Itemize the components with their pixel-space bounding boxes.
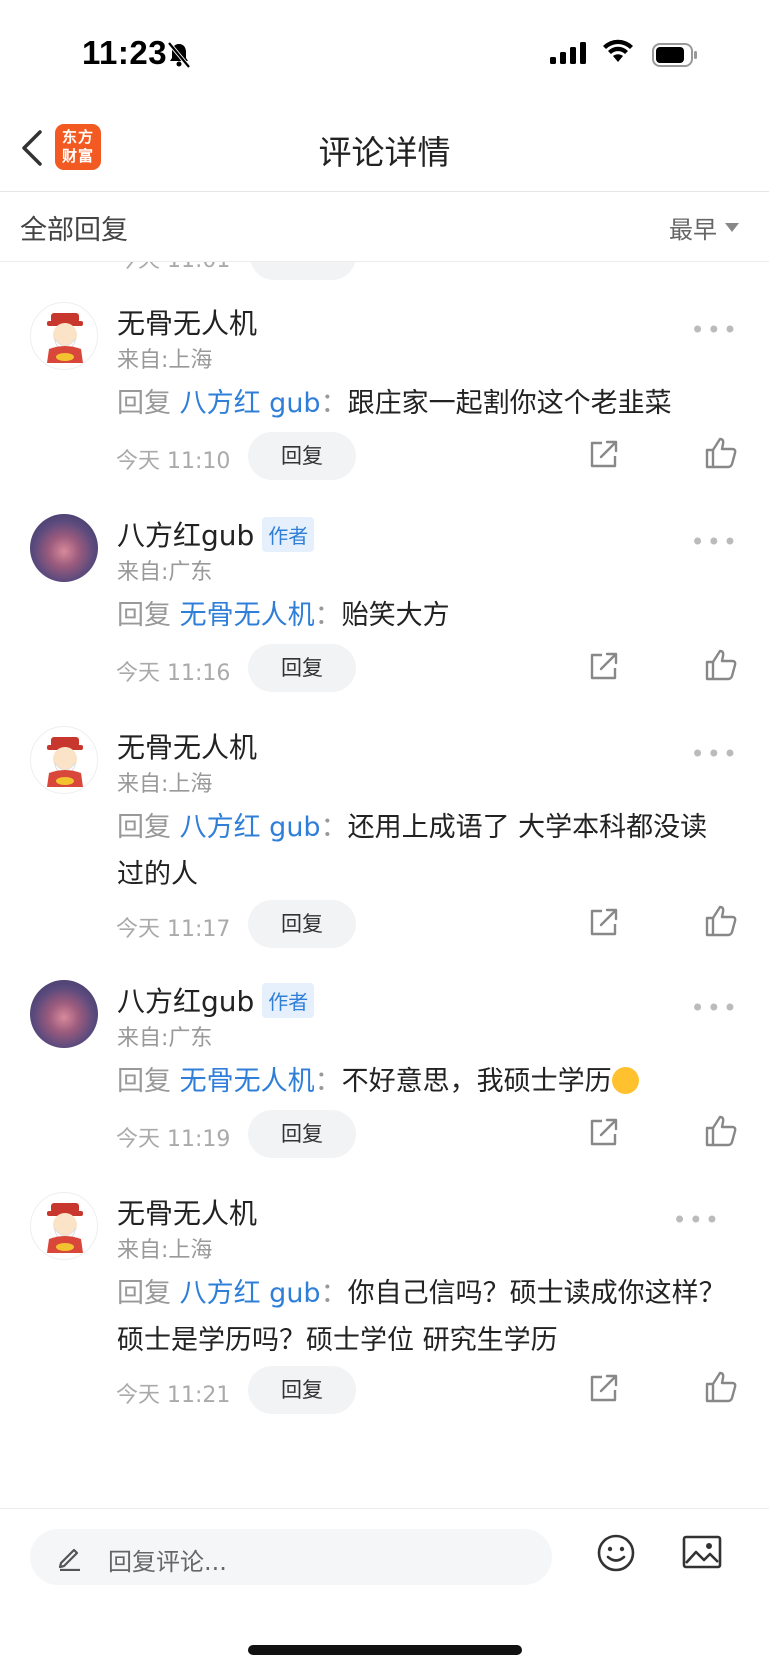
avatar[interactable] — [30, 1192, 98, 1260]
home-indicator[interactable] — [248, 1645, 522, 1655]
comment-time: 今天 11:21 — [116, 1383, 231, 1408]
share-icon[interactable] — [588, 1116, 620, 1148]
share-icon[interactable] — [588, 906, 620, 938]
comment-actions: 今天 11:19 回复 — [0, 1110, 769, 1160]
mention-link[interactable]: 八方红 gub — [180, 812, 321, 843]
mention-link[interactable]: 无骨无人机 — [180, 1066, 315, 1097]
mention-link[interactable]: 八方红 gub — [180, 1278, 321, 1309]
comment-list[interactable]: 今天 11:01 无骨无人机 来自:上海 ••• 回复 八方红 gub：跟庄家一… — [0, 262, 769, 1508]
god-of-wealth-avatar-icon — [47, 737, 83, 787]
author-badge: 作者 — [262, 516, 315, 552]
reply-input-placeholder: 回复评论... — [108, 1548, 227, 1576]
status-bar: 11:23 — [0, 0, 769, 100]
username[interactable]: 无骨无人机 — [117, 1192, 257, 1232]
avatar[interactable] — [30, 514, 98, 582]
reply-button[interactable]: 回复 — [248, 644, 356, 692]
comment-time: 今天 11:17 — [116, 917, 231, 942]
god-of-wealth-avatar-icon — [47, 1203, 83, 1253]
comment-actions: 今天 11:21 回复 — [0, 1366, 769, 1416]
username[interactable]: 八方红gub 作者 — [117, 980, 315, 1020]
comment-actions: 今天 11:17 回复 — [0, 900, 769, 950]
reply-button[interactable]: 回复 — [248, 432, 356, 480]
reply-button[interactable]: 回复 — [248, 900, 356, 948]
reply-button[interactable]: 回复 — [248, 1366, 356, 1414]
nav-bar: 东方 财富 评论详情 — [0, 100, 769, 192]
all-replies-label: 全部回复 — [20, 215, 128, 246]
comment-item: 八方红gub 作者 来自:广东 ••• 回复 无骨无人机：不好意思，我硕士学历 今… — [0, 980, 769, 1180]
comment-item: 无骨无人机 来自:上海 ••• 回复 八方红 gub：跟庄家一起割你这个老韭菜 … — [0, 302, 769, 502]
comment-item: 无骨无人机 来自:上海 ••• 回复 八方红 gub：还用上成语了 大学本科都没… — [0, 726, 769, 966]
more-options-icon[interactable]: ••• — [691, 994, 739, 1022]
god-of-wealth-avatar-icon — [47, 313, 83, 363]
avatar[interactable] — [30, 726, 98, 794]
comment-text: 回复 八方红 gub：跟庄家一起割你这个老韭菜 — [117, 388, 672, 419]
comment-text: 回复 八方红 gub：还用上成语了 大学本科都没读过的人 — [117, 812, 708, 890]
caret-down-icon — [725, 223, 739, 232]
username[interactable]: 八方红gub 作者 — [117, 514, 315, 554]
reply-input[interactable]: 回复评论... — [30, 1529, 552, 1585]
mention-link[interactable]: 八方红 gub — [180, 388, 321, 419]
location: 来自:上海 — [117, 1238, 213, 1263]
avatar[interactable] — [30, 980, 98, 1048]
filter-bar: 全部回复 最早 — [0, 192, 769, 262]
thumbs-up-icon[interactable] — [704, 1370, 738, 1404]
more-options-icon[interactable]: ••• — [691, 528, 739, 556]
username[interactable]: 无骨无人机 — [117, 726, 257, 766]
thumbs-up-icon[interactable] — [704, 648, 738, 682]
emoji-icon[interactable] — [596, 1533, 636, 1573]
thumbs-up-icon[interactable] — [704, 436, 738, 470]
image-icon[interactable] — [682, 1535, 722, 1571]
location: 来自:广东 — [117, 560, 213, 585]
battery-icon — [652, 43, 697, 67]
author-badge: 作者 — [262, 982, 315, 1018]
wifi-icon — [603, 39, 633, 62]
comment-actions: 今天 11:10 回复 — [0, 432, 769, 482]
comment-time: 今天 11:10 — [116, 449, 231, 474]
flushed-face-emoji-icon — [611, 1067, 639, 1094]
more-options-icon[interactable]: ••• — [691, 740, 739, 768]
bell-muted-icon — [168, 42, 190, 68]
username[interactable]: 无骨无人机 — [117, 302, 257, 342]
comment-time: 今天 11:01 — [116, 262, 230, 274]
sort-dropdown[interactable]: 最早 — [669, 210, 739, 245]
page-title: 评论详情 — [318, 133, 451, 172]
share-icon[interactable] — [588, 1372, 620, 1404]
comment-item: 无骨无人机 来自:上海 ••• 回复 八方红 gub：你自己信吗？硕士读成你这样… — [0, 1192, 769, 1432]
pencil-icon — [58, 1548, 80, 1571]
reply-button[interactable] — [250, 262, 356, 280]
more-options-icon[interactable]: ••• — [673, 1206, 721, 1234]
comment-text: 回复 无骨无人机：贻笑大方 — [117, 600, 450, 631]
more-options-icon[interactable]: ••• — [691, 316, 739, 344]
location: 来自:广东 — [117, 1026, 213, 1051]
comment-time: 今天 11:19 — [116, 1127, 231, 1152]
thumbs-up-icon[interactable] — [704, 1114, 738, 1148]
comment-actions: 今天 11:16 回复 — [0, 644, 769, 694]
mention-link[interactable]: 无骨无人机 — [180, 600, 315, 631]
reply-button[interactable]: 回复 — [248, 1110, 356, 1158]
partial-comment-actions: 今天 11:01 — [0, 262, 769, 282]
location: 来自:上海 — [117, 348, 213, 373]
comment-text: 回复 无骨无人机：不好意思，我硕士学历 — [117, 1058, 729, 1105]
reply-bar: 回复评论... — [0, 1508, 769, 1665]
comment-time: 今天 11:16 — [116, 661, 231, 686]
share-icon[interactable] — [588, 438, 620, 470]
cellular-signal-icon — [550, 42, 586, 64]
comment-text: 回复 八方红 gub：你自己信吗？硕士读成你这样？硕士是学历吗？硕士学位 研究生… — [117, 1278, 726, 1356]
location: 来自:上海 — [117, 772, 213, 797]
comment-item: 八方红gub 作者 来自:广东 ••• 回复 无骨无人机：贻笑大方 今天 11:1… — [0, 514, 769, 714]
avatar[interactable] — [30, 302, 98, 370]
sort-label: 最早 — [669, 216, 717, 244]
share-icon[interactable] — [588, 650, 620, 682]
status-time: 11:23 — [82, 34, 168, 71]
thumbs-up-icon[interactable] — [704, 904, 738, 938]
